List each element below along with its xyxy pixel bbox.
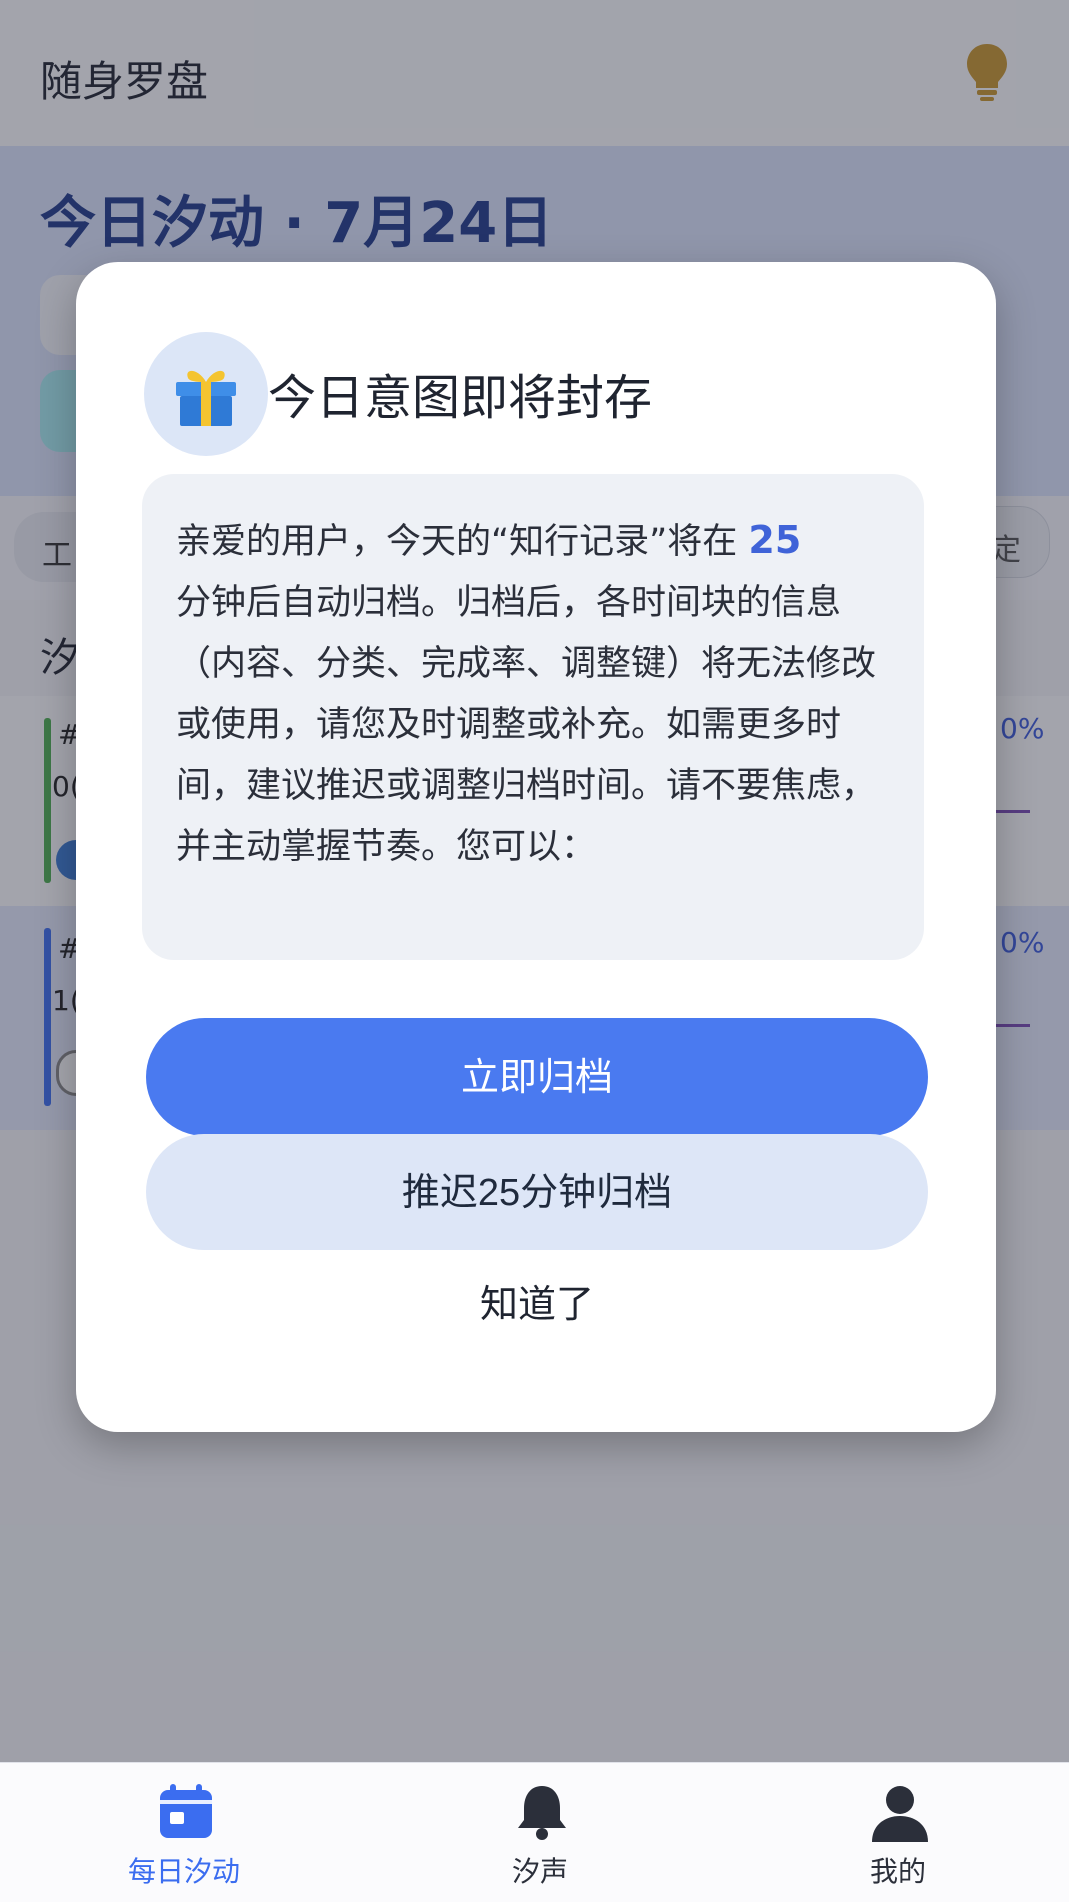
dialog-title: 今日意图即将封存 — [268, 370, 653, 426]
nav-label: 汐声 — [511, 1855, 568, 1888]
nav-item-profile[interactable]: 我的 — [778, 1762, 1018, 1901]
archive-now-button[interactable]: 立即归档 — [146, 1018, 928, 1136]
calendar-icon — [160, 1784, 212, 1838]
nav-item-sound[interactable]: 汐声 — [420, 1762, 660, 1901]
nav-label: 我的 — [869, 1855, 926, 1888]
message-intro: 亲爱的用户，今天的“知行记录”将在 — [176, 522, 738, 562]
user-icon — [872, 1786, 928, 1842]
postpone-archive-button[interactable]: 推迟25分钟归档 — [146, 1134, 928, 1250]
gift-icon-badge — [144, 332, 268, 456]
nav-label: 每日汐动 — [127, 1855, 240, 1888]
dismiss-button[interactable]: 知道了 — [146, 1264, 928, 1344]
nav-item-daily[interactable]: 每日汐动 — [64, 1762, 304, 1901]
dialog-message: 亲爱的用户，今天的“知行记录”将在 25 分钟后自动归档。归档后，各时间块的信息（… — [176, 510, 894, 878]
message-body: 分钟后自动归档。归档后，各时间块的信息（内容、分类、完成率、调整键）将无法修改或… — [176, 583, 877, 867]
minutes-remaining: 25 — [748, 518, 802, 562]
archive-reminder-dialog: 今日意图即将封存 亲爱的用户，今天的“知行记录”将在 25 分钟后自动归档。归档后… — [76, 262, 996, 1432]
gift-icon — [176, 370, 236, 426]
bell-icon — [518, 1786, 566, 1840]
message-box: 亲爱的用户，今天的“知行记录”将在 25 分钟后自动归档。归档后，各时间块的信息（… — [142, 474, 924, 960]
